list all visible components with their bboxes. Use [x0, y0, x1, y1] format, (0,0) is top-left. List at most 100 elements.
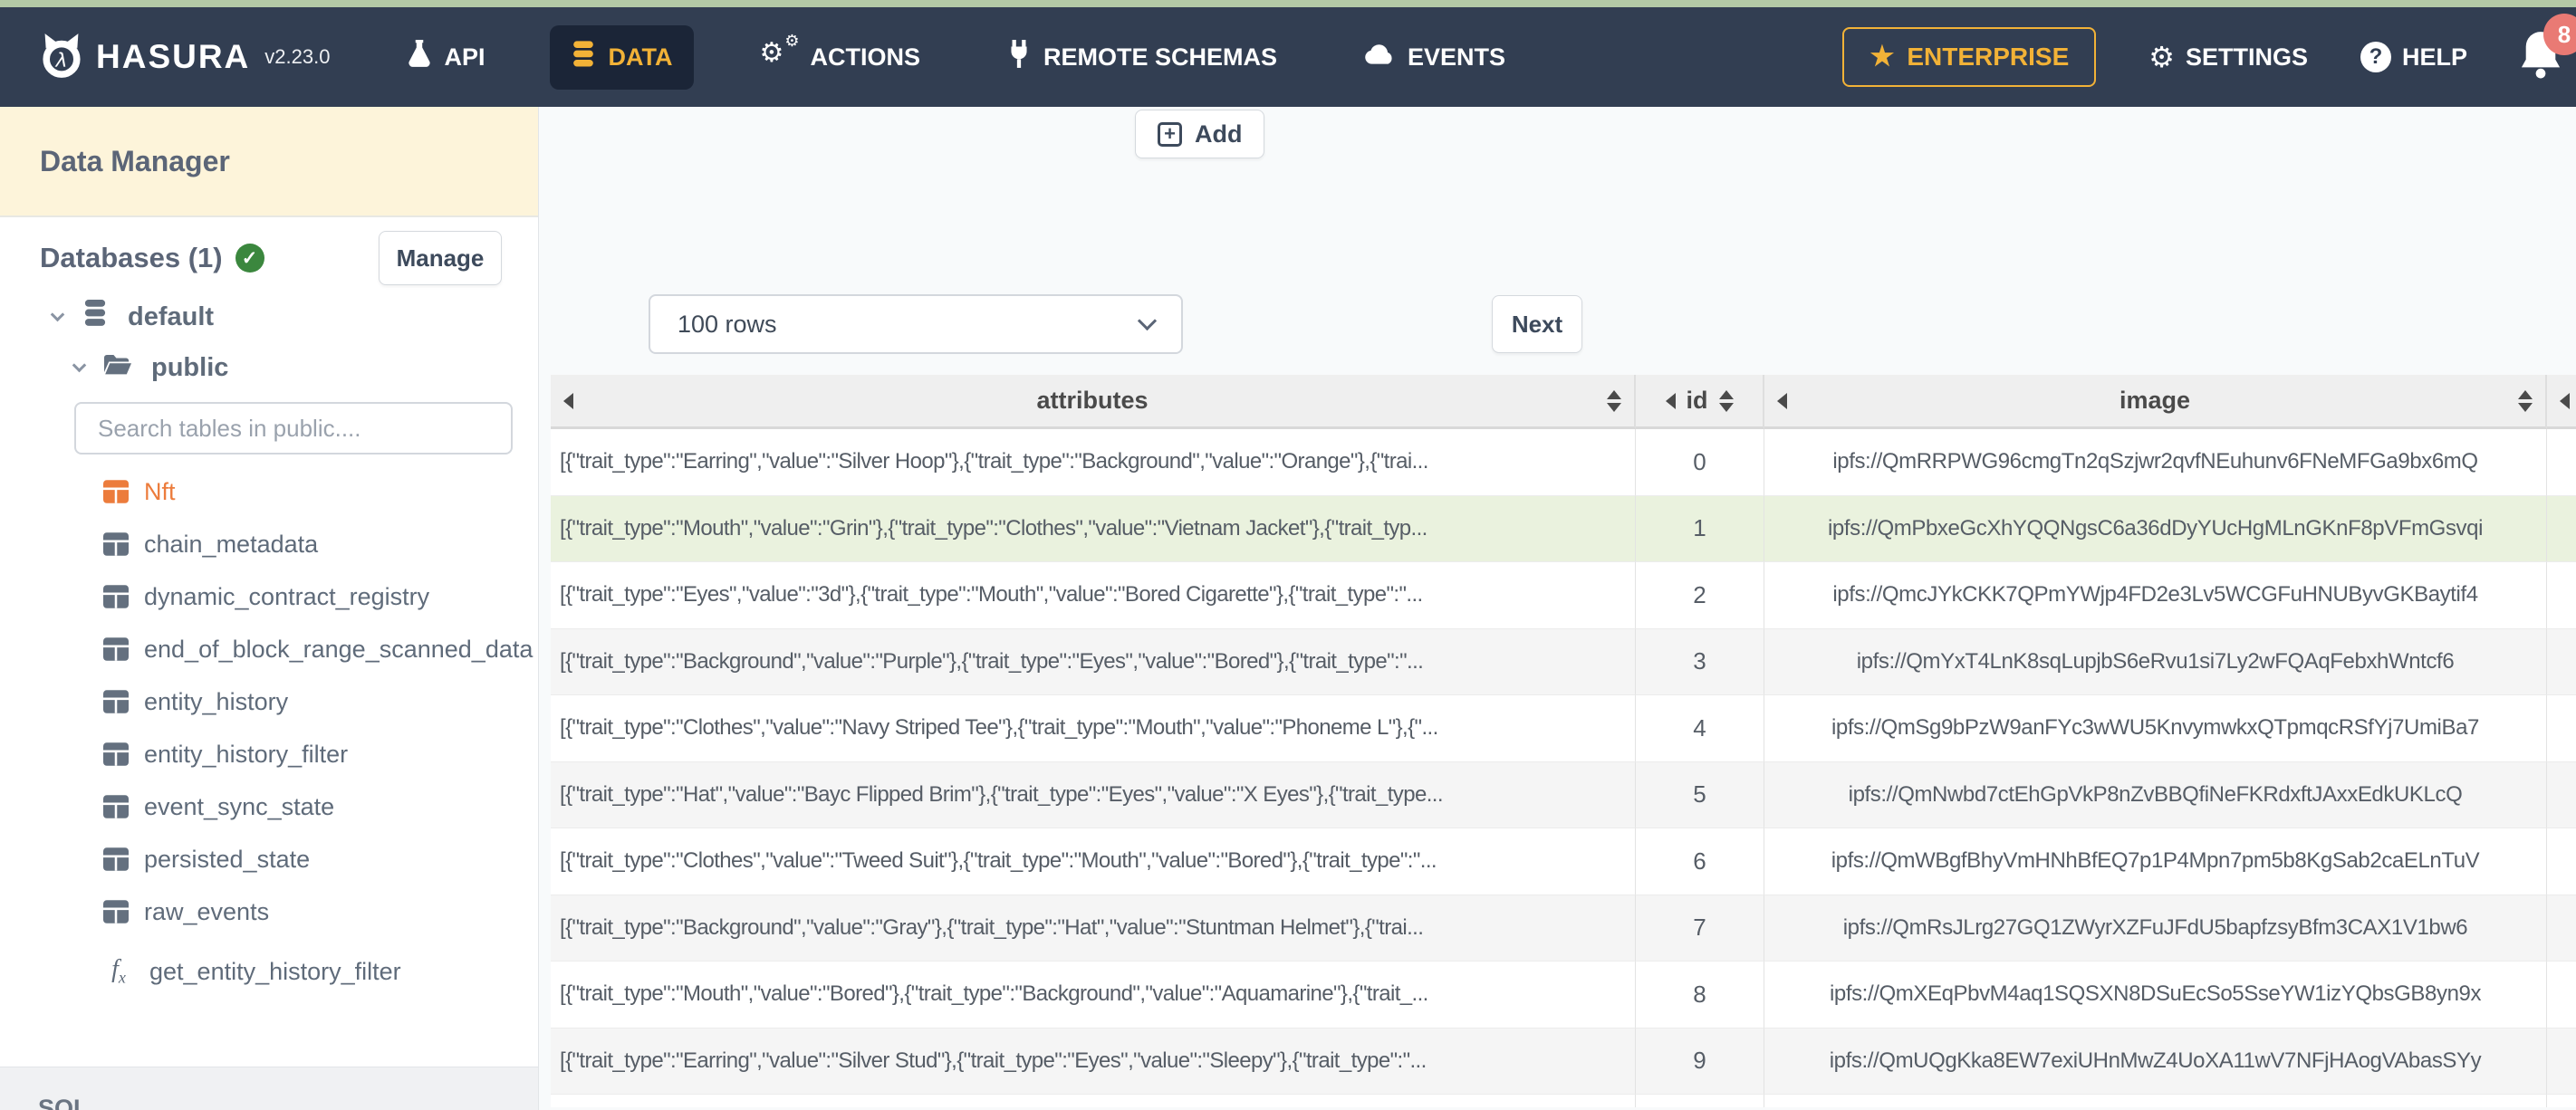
- cell-id[interactable]: 1: [1636, 495, 1764, 562]
- enterprise-button[interactable]: ★ ENTERPRISE: [1842, 27, 2097, 87]
- cell-extra: [2547, 895, 2576, 962]
- cell-image[interactable]: ipfs://QmRRPWG96cmgTn2qSzjwr2qvfNEuhunv6…: [1764, 429, 2547, 496]
- sidebar-item-table[interactable]: dynamic_contract_registry: [103, 570, 538, 623]
- collapse-column-icon[interactable]: [563, 392, 573, 409]
- sidebar-item-table[interactable]: raw_events: [103, 885, 538, 938]
- table-icon: [103, 742, 129, 766]
- page-title: Data Manager: [0, 107, 538, 217]
- cell-image[interactable]: ipfs://QmYxT4LnK8sqLupjbS6eRvu1si7Ly2wFQ…: [1764, 628, 2547, 695]
- nav-item-label: EVENTS: [1407, 43, 1506, 71]
- sidebar-bottom-section[interactable]: SQL: [0, 1067, 538, 1110]
- cell-extra: [2547, 562, 2576, 629]
- nav-item-remote-schemas[interactable]: REMOTE SCHEMAS: [985, 24, 1299, 91]
- add-button-label: Add: [1195, 120, 1243, 148]
- cell-extra: [2547, 628, 2576, 695]
- nav-item-api[interactable]: API: [386, 24, 506, 91]
- cell-attributes[interactable]: [{"trait_type":"Clothes","value":"Navy S…: [551, 695, 1636, 762]
- cell-attributes[interactable]: [{"trait_type":"Background","value":"Gra…: [551, 895, 1636, 962]
- manage-button[interactable]: Manage: [379, 231, 502, 285]
- sort-icon[interactable]: [1718, 389, 1734, 412]
- collapse-column-icon[interactable]: [1777, 392, 1787, 409]
- cell-id[interactable]: 4: [1636, 695, 1764, 762]
- cell-image[interactable]: ipfs://QmUQgKka8EW7exiUHnMwZ4UoXA11wV7NF…: [1764, 1028, 2547, 1095]
- cell-id[interactable]: 7: [1636, 895, 1764, 962]
- plug-icon: [1007, 39, 1031, 75]
- cell-attributes: [551, 1095, 1636, 1107]
- cell-attributes[interactable]: [{"trait_type":"Earring","value":"Silver…: [551, 1028, 1636, 1095]
- nav-item-actions[interactable]: ⚙ ⚙ ACTIONS: [737, 26, 942, 88]
- cell-id[interactable]: 5: [1636, 761, 1764, 828]
- function-name: get_entity_history_filter: [149, 957, 401, 985]
- sql-section-label[interactable]: SQL: [38, 1095, 538, 1110]
- cell-image[interactable]: ipfs://QmSg9bPzW9anFYc3wWU5KnvymwkxQTpmq…: [1764, 695, 2547, 762]
- cell-attributes[interactable]: [{"trait_type":"Mouth","value":"Grin"},{…: [551, 495, 1636, 562]
- cell-image[interactable]: ipfs://QmWBgfBhyVmHNhBfEQ7p1P4Mpn7pm5b8K…: [1764, 828, 2547, 895]
- flask-icon: [408, 39, 431, 75]
- cell-id[interactable]: 9: [1636, 1028, 1764, 1095]
- collapse-column-icon[interactable]: [1665, 392, 1676, 409]
- table-name: chain_metadata: [144, 530, 319, 558]
- databases-label: Databases (1): [40, 242, 223, 273]
- brand[interactable]: λ HASURA v2.23.0: [38, 32, 330, 83]
- brand-name: HASURA: [96, 38, 251, 75]
- cell-id[interactable]: 8: [1636, 962, 1764, 1029]
- table-name: Nft: [144, 477, 176, 505]
- sidebar-item-table-nft[interactable]: Nft: [103, 465, 538, 518]
- cell-image[interactable]: ipfs://QmcJYkCKK7QPmYWjp4FD2e3Lv5WCGFuHN…: [1764, 562, 2547, 629]
- cell-attributes[interactable]: [{"trait_type":"Earring","value":"Silver…: [551, 429, 1636, 496]
- cell-id[interactable]: 6: [1636, 828, 1764, 895]
- page-size-value: 100 rows: [678, 310, 777, 338]
- help-button[interactable]: ? HELP: [2360, 42, 2467, 72]
- sidebar-item-table[interactable]: entity_history: [103, 675, 538, 728]
- sort-icon[interactable]: [1607, 389, 1621, 412]
- page-size-select[interactable]: 100 rows: [649, 294, 1183, 354]
- cell-image[interactable]: ipfs://QmRsJLrg27GQ1ZWyrXZFuJFdU5bapfzsy…: [1764, 895, 2547, 962]
- next-page-button[interactable]: Next: [1492, 295, 1582, 353]
- table-icon: [103, 900, 129, 923]
- sidebar-item-table[interactable]: event_sync_state: [103, 780, 538, 833]
- cell-attributes[interactable]: [{"trait_type":"Background","value":"Pur…: [551, 628, 1636, 695]
- collapse-column-icon[interactable]: [2560, 392, 2570, 409]
- cell-image[interactable]: ipfs://QmNwbd7ctEhGpVkP8nZvBBQfiNeFKRdxf…: [1764, 761, 2547, 828]
- question-icon: ?: [2360, 42, 2391, 72]
- chevron-down-icon[interactable]: [50, 307, 65, 321]
- search-tables-input[interactable]: [74, 402, 513, 455]
- settings-button[interactable]: ⚙ SETTINGS: [2148, 43, 2308, 72]
- sidebar-item-table[interactable]: persisted_state: [103, 833, 538, 885]
- cell-id[interactable]: 2: [1636, 562, 1764, 629]
- column-header-id[interactable]: id: [1636, 375, 1764, 429]
- cell-attributes[interactable]: [{"trait_type":"Clothes","value":"Tweed …: [551, 828, 1636, 895]
- column-header-attributes[interactable]: attributes: [551, 375, 1636, 429]
- function-icon: fx: [111, 955, 126, 987]
- cell-id[interactable]: 3: [1636, 628, 1764, 695]
- table-icon: [103, 795, 129, 818]
- cell-extra: [2547, 1095, 2576, 1107]
- sidebar-item-table[interactable]: entity_history_filter: [103, 728, 538, 780]
- table-name: entity_history_filter: [144, 740, 349, 768]
- add-row-button[interactable]: + Add: [1135, 110, 1265, 158]
- notifications-button[interactable]: 8: [2520, 14, 2576, 82]
- cell-attributes[interactable]: [{"trait_type":"Hat","value":"Bayc Flipp…: [551, 761, 1636, 828]
- chevron-down-icon[interactable]: [72, 358, 87, 372]
- sidebar-item-table[interactable]: chain_metadata: [103, 518, 538, 570]
- cell-extra: [2547, 429, 2576, 496]
- cell-attributes[interactable]: [{"trait_type":"Eyes","value":"3d"},{"tr…: [551, 562, 1636, 629]
- nav-item-events[interactable]: EVENTS: [1342, 28, 1527, 87]
- cell-id: [1636, 1095, 1764, 1107]
- cell-extra: [2547, 1028, 2576, 1095]
- connected-check-icon: ✓: [235, 244, 264, 273]
- tree-node-database[interactable]: default: [50, 297, 538, 337]
- database-icon: [572, 40, 595, 74]
- cell-id[interactable]: 0: [1636, 429, 1764, 496]
- cell-image[interactable]: ipfs://QmPbxeGcXhYQQNgsC6a36dDyYUcHgMLnG…: [1764, 495, 2547, 562]
- cell-image[interactable]: ipfs://QmXEqPbvM4aq1SQSXN8DSuEcSo5SseYW1…: [1764, 962, 2547, 1029]
- schema-name: public: [151, 352, 229, 382]
- nav-item-data[interactable]: DATA: [550, 24, 695, 90]
- tree-node-schema[interactable]: public: [72, 348, 538, 388]
- sort-icon[interactable]: [2518, 389, 2533, 412]
- sidebar-item-table[interactable]: end_of_block_range_scanned_data: [103, 623, 538, 675]
- sidebar-item-function[interactable]: fx get_entity_history_filter: [103, 945, 538, 998]
- column-header-image[interactable]: image: [1764, 375, 2547, 429]
- cell-attributes[interactable]: [{"trait_type":"Mouth","value":"Bored"},…: [551, 962, 1636, 1029]
- column-header-next-partial[interactable]: [2547, 375, 2576, 429]
